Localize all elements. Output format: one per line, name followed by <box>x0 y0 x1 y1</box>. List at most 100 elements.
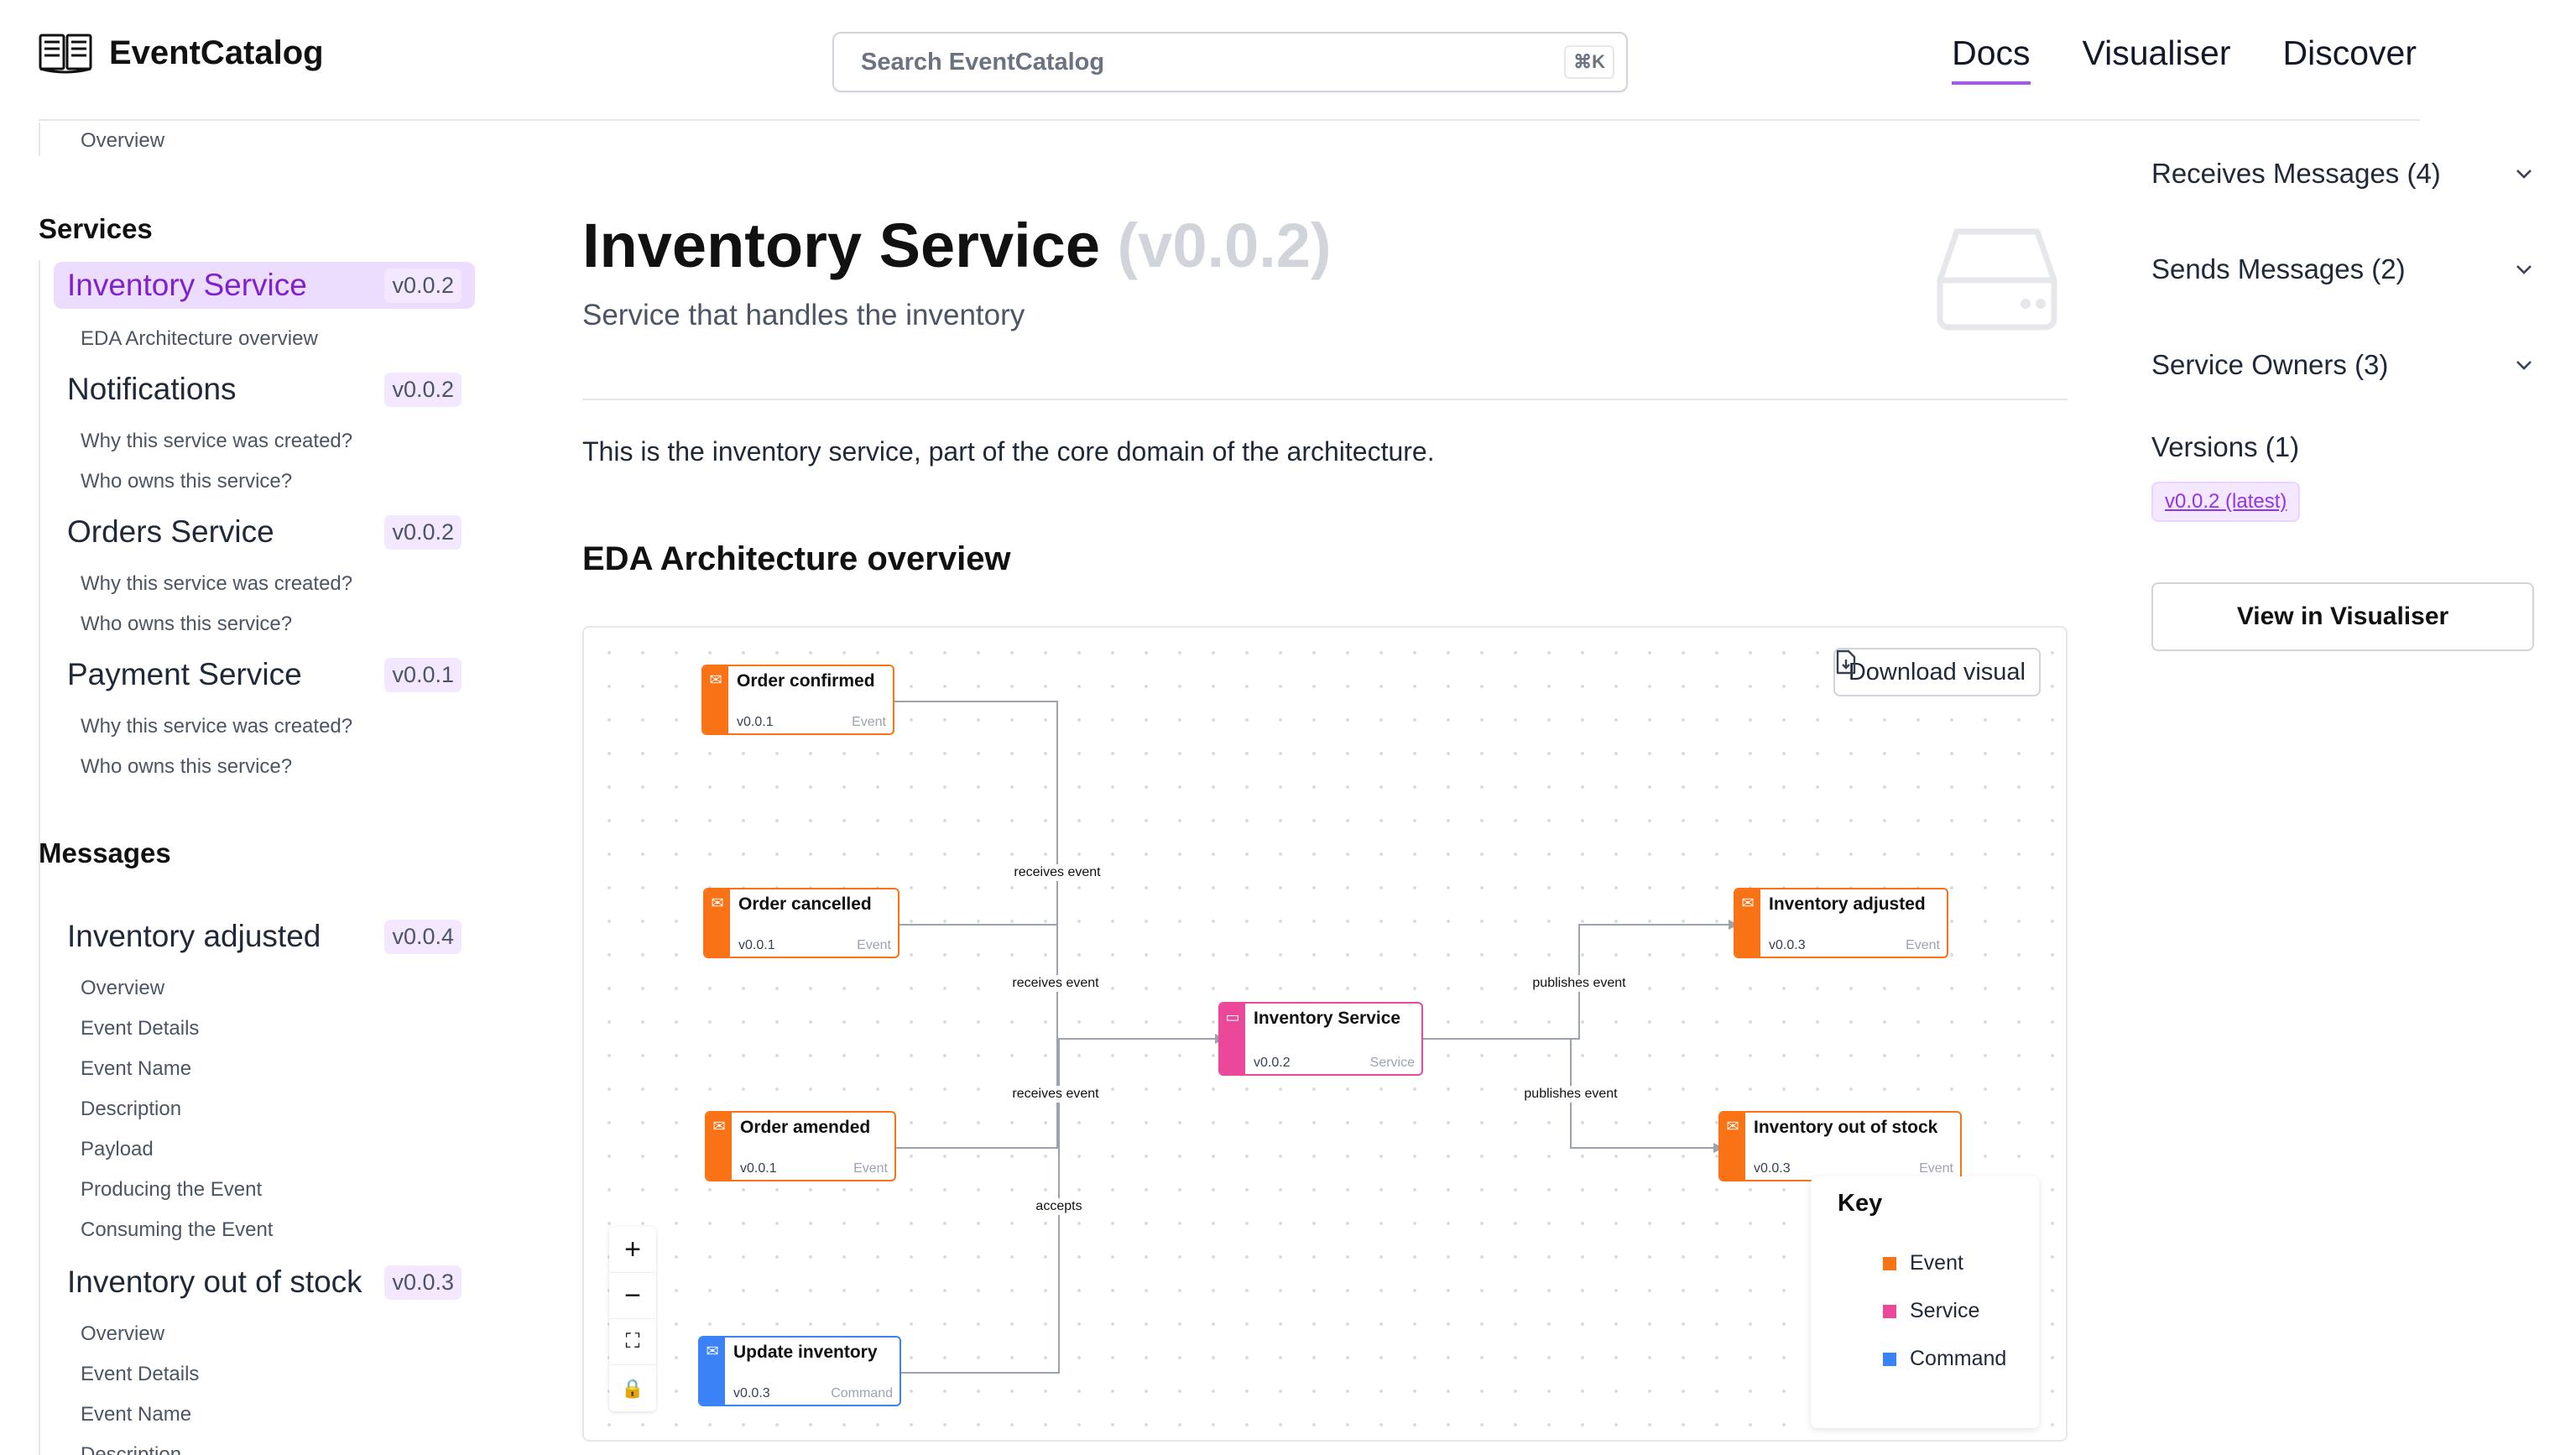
brand-logo[interactable]: EventCatalog <box>39 32 324 74</box>
sidebar-sublink[interactable]: Description <box>81 1443 181 1455</box>
brand-name: EventCatalog <box>109 34 324 71</box>
sidebar-item-notifications[interactable]: Notifications v0.0.2 <box>54 366 475 413</box>
node-type: Event <box>1919 1161 1953 1176</box>
server-icon <box>1937 228 2057 331</box>
node-type-strip: ✉ <box>1735 889 1760 957</box>
legend-key: Key Event Service Command <box>1811 1176 2039 1428</box>
node-type: Event <box>857 938 891 952</box>
sidebar-heading-services: Services <box>39 213 153 244</box>
node-version: v0.0.3 <box>733 1386 770 1400</box>
sidebar-sublink[interactable]: Overview <box>81 1322 164 1346</box>
node-version: v0.0.1 <box>737 715 774 729</box>
node-order-cancelled[interactable]: ✉ Order cancelled v0.0.1 Event <box>703 888 900 958</box>
node-inventory-out-of-stock[interactable]: ✉ Inventory out of stock v0.0.3 Event <box>1718 1111 1962 1181</box>
architecture-visualiser[interactable]: Download visual ✉ Order confirmed v0.0.1… <box>582 626 2068 1442</box>
envelope-icon: ✉ <box>706 1343 719 1359</box>
sidebar-rail <box>39 884 40 1455</box>
sends-messages-accordion[interactable]: Sends Messages (2) <box>2151 253 2534 285</box>
nav-visualiser[interactable]: Visualiser <box>2083 34 2231 85</box>
accordion-label: Receives Messages (4) <box>2151 158 2441 189</box>
sidebar-sublink[interactable]: Why this service was created? <box>81 715 352 738</box>
legend-label: Command <box>1910 1347 2007 1370</box>
version-badge: v0.0.2 <box>384 372 461 407</box>
edge-label: publishes event <box>1521 1086 1620 1103</box>
sidebar-item-inventory-service[interactable]: Inventory Service v0.0.2 <box>54 262 475 309</box>
version-badge: v0.0.1 <box>384 657 461 692</box>
download-visual-button[interactable]: Download visual <box>1833 648 2041 696</box>
sidebar-sublink[interactable]: Payload <box>81 1138 154 1161</box>
legend-title: Key <box>1838 1190 1883 1217</box>
node-type-strip: ✉ <box>705 889 730 957</box>
edge-label: receives event <box>1009 1086 1102 1103</box>
page-title: Inventory Service (v0.0.2) <box>582 210 1332 281</box>
zoom-in-button[interactable]: + <box>609 1227 656 1273</box>
sidebar-item-label: Inventory out of stock <box>67 1265 362 1299</box>
sidebar-sublink[interactable]: Event Name <box>81 1403 191 1426</box>
node-inventory-service[interactable]: ▭ Inventory Service v0.0.2 Service <box>1218 1002 1423 1076</box>
sidebar-item-payment-service[interactable]: Payment Service v0.0.1 <box>54 651 475 698</box>
sidebar-sublink[interactable]: Who owns this service? <box>81 470 292 493</box>
server-icon: ▭ <box>1225 1009 1240 1025</box>
fit-view-button[interactable]: ⛶ <box>609 1319 656 1365</box>
file-download-icon <box>1836 649 1856 675</box>
service-owners-accordion[interactable]: Service Owners (3) <box>2151 349 2534 381</box>
lock-button[interactable]: 🔒 <box>609 1365 656 1411</box>
versions-label: Versions (1) <box>2151 431 2300 462</box>
sidebar-sublink[interactable]: Why this service was created? <box>81 572 352 596</box>
zoom-out-button[interactable]: − <box>609 1273 656 1319</box>
sidebar-sublink[interactable]: Why this service was created? <box>81 430 352 453</box>
sidebar-sublink[interactable]: Event Details <box>81 1017 199 1040</box>
sidebar-sublink[interactable]: Event Details <box>81 1363 199 1386</box>
legend-label: Service <box>1910 1299 1980 1322</box>
node-type-strip: ✉ <box>707 1113 732 1180</box>
sidebar-sublink[interactable]: Who owns this service? <box>81 613 292 636</box>
zoom-controls: + − ⛶ 🔒 <box>609 1227 656 1411</box>
node-update-inventory[interactable]: ✉ Update inventory v0.0.3 Command <box>698 1336 901 1406</box>
legend-item-event: Event <box>1838 1251 2012 1275</box>
sidebar-sublink[interactable]: Consuming the Event <box>81 1218 273 1242</box>
node-title: Inventory adjusted <box>1769 894 1926 914</box>
node-order-amended[interactable]: ✉ Order amended v0.0.1 Event <box>705 1111 896 1181</box>
edge-label: receives event <box>1009 975 1102 992</box>
sidebar-item-inventory-adjusted[interactable]: Inventory adjusted v0.0.4 <box>54 913 475 960</box>
view-in-visualiser-button[interactable]: View in Visualiser <box>2151 582 2534 651</box>
envelope-icon: ✉ <box>1726 1118 1739 1134</box>
sidebar-link-overview[interactable]: Overview <box>81 129 164 153</box>
legend-swatch <box>1883 1256 1896 1270</box>
sidebar-sublink[interactable]: Event Name <box>81 1057 191 1081</box>
node-type-strip: ▭ <box>1220 1004 1245 1074</box>
legend-swatch <box>1883 1352 1896 1366</box>
sidebar-item-inventory-out-of-stock[interactable]: Inventory out of stock v0.0.3 <box>54 1259 475 1306</box>
node-title: Order confirmed <box>737 671 875 691</box>
receives-messages-accordion[interactable]: Receives Messages (4) <box>2151 158 2534 190</box>
sidebar-item-label: Inventory Service <box>67 268 307 302</box>
view-in-visualiser-wrap: View in Visualiser <box>2151 582 2534 651</box>
envelope-icon: ✉ <box>709 671 722 688</box>
node-order-confirmed[interactable]: ✉ Order confirmed v0.0.1 Event <box>701 665 894 735</box>
node-title: Inventory Service <box>1254 1009 1401 1028</box>
legend-swatch <box>1883 1304 1896 1318</box>
sidebar-sublink[interactable]: Producing the Event <box>81 1178 262 1202</box>
section-heading: EDA Architecture overview <box>582 540 1011 577</box>
version-link[interactable]: v0.0.2 (latest) <box>2151 482 2301 522</box>
sidebar-sublink[interactable]: Overview <box>81 977 164 1000</box>
version-badge: v0.0.2 <box>384 268 461 303</box>
accordion-label: Service Owners (3) <box>2151 349 2389 380</box>
sidebar-sublink[interactable]: Description <box>81 1098 181 1121</box>
version-badge: v0.0.4 <box>384 919 461 954</box>
sidebar-item-label: Inventory adjusted <box>67 919 321 953</box>
page: EventCatalog Search EventCatalog ⌘K Docs… <box>0 0 2576 1455</box>
nav-discover[interactable]: Discover <box>2283 34 2417 85</box>
nav-docs[interactable]: Docs <box>1952 34 2031 85</box>
version-badge: v0.0.2 <box>384 514 461 550</box>
node-version: v0.0.1 <box>740 1161 777 1176</box>
sidebar-item-orders-service[interactable]: Orders Service v0.0.2 <box>54 508 475 555</box>
sidebar-sublink[interactable]: Who owns this service? <box>81 755 292 779</box>
legend-label: Event <box>1910 1251 1963 1275</box>
legend-item-service: Service <box>1838 1299 2012 1323</box>
chevron-down-icon <box>2516 169 2532 179</box>
search-input[interactable]: Search EventCatalog ⌘K <box>832 32 1628 92</box>
envelope-icon: ✉ <box>711 894 724 911</box>
sidebar-sublink[interactable]: EDA Architecture overview <box>81 327 318 351</box>
node-inventory-adjusted[interactable]: ✉ Inventory adjusted v0.0.3 Event <box>1734 888 1948 958</box>
